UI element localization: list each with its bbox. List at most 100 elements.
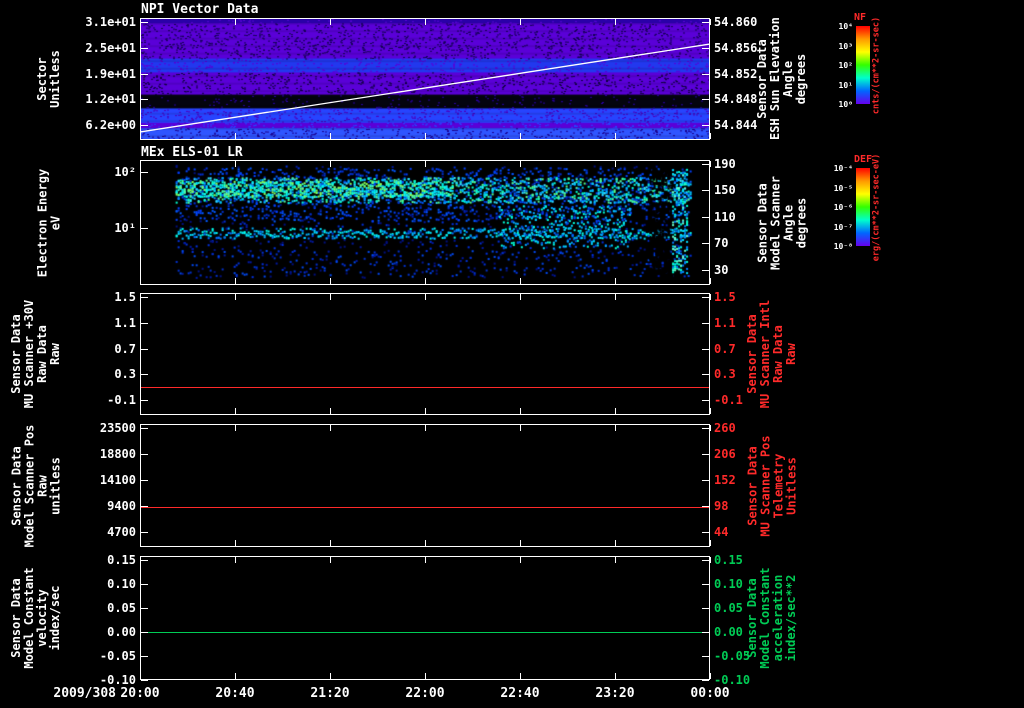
axis-tick-mark xyxy=(425,278,426,284)
axis-tick-mark xyxy=(141,374,148,376)
axis-label-line: Unitless xyxy=(784,456,798,515)
axis-tick-mark xyxy=(520,19,521,25)
y-axis-title-right: Sensor Data Model Scanner Angle degrees xyxy=(755,160,808,285)
colorbar-nf-title: NF xyxy=(854,12,867,23)
time-tick-label: 22:40 xyxy=(500,686,540,701)
axis-tick-mark xyxy=(140,278,141,284)
axis-tick-mark xyxy=(141,583,148,585)
axis-tick-mark xyxy=(710,557,711,563)
axis-tick-mark xyxy=(702,270,709,271)
colorbar-tick-label: 10⁴ xyxy=(838,22,853,31)
axis-tick-mark xyxy=(140,133,141,139)
axis-tick-mark xyxy=(235,161,236,167)
time-tick-label: 20:40 xyxy=(215,686,255,701)
y-axis-title-left: Sensor Data Model Constant velocity index/s… xyxy=(9,556,62,680)
axis-tick-mark xyxy=(710,408,711,414)
axis-label-line: index/sec xyxy=(48,585,62,651)
axis-tick-mark xyxy=(702,243,709,245)
colorbar-def-gradient xyxy=(856,168,870,246)
time-tick-label: 00:00 xyxy=(690,686,730,701)
axis-tick-mark xyxy=(330,408,331,414)
axis-tick-mark xyxy=(141,400,148,402)
axis-tick-mark xyxy=(702,427,709,429)
axis-tick-mark xyxy=(702,73,709,75)
axis-tick-mark xyxy=(702,655,709,657)
axis-tick-mark xyxy=(615,133,616,139)
axis-label-line: Angle xyxy=(781,204,795,241)
axis-tick-mark xyxy=(235,133,236,139)
axis-tick-mark xyxy=(520,161,521,167)
axis-tick-mark xyxy=(235,19,236,25)
axis-tick-mark xyxy=(615,673,616,679)
axis-tick-mark xyxy=(141,655,148,657)
axis-tick-mark xyxy=(141,296,148,298)
time-tick-label: 23:20 xyxy=(595,686,635,701)
axis-tick-mark xyxy=(140,294,141,300)
colorbar-tick-label: 10² xyxy=(838,61,853,70)
axis-label-line: eV xyxy=(48,215,62,230)
axis-tick-mark xyxy=(425,133,426,139)
axis-tick-mark xyxy=(702,631,709,633)
axis-tick-mark xyxy=(330,540,331,546)
axis-tick-mark xyxy=(141,322,148,324)
sun-elevation-angle-line xyxy=(141,43,709,133)
date-label: 2009/308 xyxy=(53,686,116,701)
axis-tick-mark xyxy=(140,19,141,25)
panel-model-scanner-pos xyxy=(140,424,710,547)
y-axis-title-right: Sensor Data Model Constant acceleration ind… xyxy=(745,556,798,680)
colorbar-tick-label: 10⁻⁵ xyxy=(833,183,853,193)
axis-tick-mark xyxy=(702,99,709,101)
axis-label-line: Unitless xyxy=(48,50,62,108)
axis-tick-mark xyxy=(141,427,148,429)
axis-tick-mark xyxy=(520,557,521,563)
axis-tick-mark xyxy=(330,673,331,679)
axis-tick-mark xyxy=(710,294,711,300)
axis-tick-mark xyxy=(141,532,148,534)
time-tick-label: 21:20 xyxy=(310,686,350,701)
y-axis-title-left: Sector Unitless xyxy=(35,18,62,140)
axis-tick-mark xyxy=(141,607,148,609)
panel-model-constant-velocity xyxy=(140,556,710,680)
axis-tick-mark xyxy=(140,161,141,167)
axis-tick-mark xyxy=(702,21,709,23)
mu-scanner-plus30v-data-line xyxy=(141,387,709,388)
axis-tick-mark xyxy=(615,425,616,431)
colorbar-tick-label: 10⁰ xyxy=(838,100,853,109)
axis-tick-mark xyxy=(702,479,709,481)
axis-label-line: Model Scanner xyxy=(768,175,782,270)
axis-tick-mark xyxy=(615,557,616,563)
axis-tick-mark xyxy=(330,425,331,431)
panel-npi-spectrogram xyxy=(140,18,710,140)
colorbar-tick-label: 10⁻⁸ xyxy=(833,242,853,251)
axis-label-line: degrees xyxy=(794,53,808,105)
y-axis-title-left: Sensor Data Model Scanner Pos Raw unitless xyxy=(9,424,62,547)
axis-tick-mark xyxy=(141,99,148,101)
axis-tick-mark xyxy=(141,506,148,508)
axis-tick-mark xyxy=(710,161,711,167)
axis-tick-mark xyxy=(520,673,521,679)
axis-tick-mark xyxy=(425,540,426,546)
axis-tick-mark xyxy=(520,133,521,139)
panel-title-els: MEx ELS-01 LR xyxy=(141,145,243,160)
axis-label-line: Sensor Data xyxy=(9,445,23,526)
axis-label-line: Electron Energy xyxy=(35,168,49,277)
axis-tick-mark xyxy=(702,47,709,49)
axis-tick-mark xyxy=(702,680,709,681)
axis-label-line: cnts/(cm**2-sr-sec) xyxy=(871,16,882,114)
axis-tick-mark xyxy=(702,607,709,609)
axis-label-line: Raw xyxy=(48,343,62,365)
axis-tick-mark xyxy=(141,125,148,127)
axis-tick-mark xyxy=(330,294,331,300)
axis-tick-mark xyxy=(141,680,148,681)
axis-tick-mark xyxy=(702,583,709,585)
y-axis-title-right: Sensor Data MU Scanner Intl Raw Data Raw xyxy=(745,293,798,415)
axis-label-line: erg/(cm**2-sr-sec-eV) xyxy=(871,153,882,261)
axis-tick-mark xyxy=(235,557,236,563)
axis-tick-mark xyxy=(702,453,709,455)
axis-tick-mark xyxy=(141,228,148,229)
axis-label-line: Model Scanner Pos xyxy=(22,424,36,547)
axis-tick-mark xyxy=(140,425,141,431)
colorbar-unit-label: cnts/(cm**2-sr-sec) xyxy=(871,5,882,125)
axis-label-line: Sensor Data xyxy=(745,445,759,526)
axis-tick-mark xyxy=(520,540,521,546)
